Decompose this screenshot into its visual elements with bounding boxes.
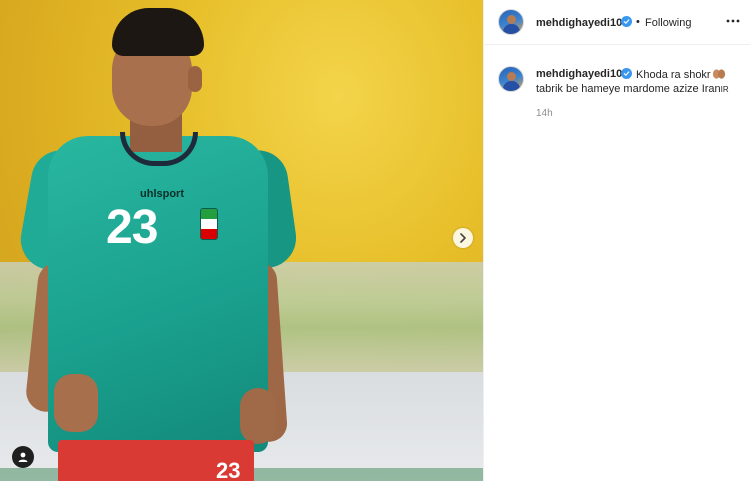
iran-crest-icon xyxy=(200,208,218,240)
chevron-right-icon xyxy=(460,233,466,243)
caption-author-avatar[interactable] xyxy=(498,66,524,92)
ear xyxy=(188,66,202,92)
instagram-post-view: uhlsport 23 23 mehdighayedi10 • Followin xyxy=(0,0,750,481)
more-options-button[interactable] xyxy=(724,12,742,30)
user-tag-icon xyxy=(18,452,28,462)
post-caption: mehdighayedi10 Khoda ra shokr tabrik be … xyxy=(484,46,750,146)
verified-badge-icon xyxy=(621,68,632,79)
header-separator: • xyxy=(636,16,640,28)
post-side-panel: mehdighayedi10 • Following mehdighayedi1… xyxy=(483,0,750,481)
shorts-number: 23 xyxy=(216,458,241,481)
post-header: mehdighayedi10 • Following xyxy=(484,0,750,45)
caption-text-part2: tabrik be hameye mardome azize Iran xyxy=(536,83,721,95)
post-media[interactable]: uhlsport 23 23 xyxy=(0,0,483,481)
caption-text-line2: tabrik be hameye mardome azize IranIR xyxy=(536,83,729,95)
author-username[interactable]: mehdighayedi10 xyxy=(536,17,622,29)
jersey-number: 23 xyxy=(106,201,158,254)
jersey-brand: uhlsport xyxy=(140,188,184,200)
tagged-users-button[interactable] xyxy=(12,446,34,468)
caption-username[interactable]: mehdighayedi10 xyxy=(536,68,622,80)
folded-hands-emoji-icon xyxy=(712,69,725,79)
follow-status-button[interactable]: Following xyxy=(645,17,691,29)
iran-flag-text: IR xyxy=(720,85,729,94)
verified-badge-icon xyxy=(621,16,632,27)
post-timestamp[interactable]: 14h xyxy=(536,108,553,119)
hand-left xyxy=(54,374,98,432)
author-avatar[interactable] xyxy=(498,9,524,35)
hair xyxy=(112,8,204,56)
caption-text-line1: Khoda ra shokr xyxy=(636,68,726,81)
player-figure: uhlsport 23 23 xyxy=(16,0,300,481)
next-media-button[interactable] xyxy=(453,228,473,248)
caption-text-part1: Khoda ra shokr xyxy=(636,69,711,81)
hand-right xyxy=(240,388,276,444)
more-options-icon xyxy=(726,19,740,23)
